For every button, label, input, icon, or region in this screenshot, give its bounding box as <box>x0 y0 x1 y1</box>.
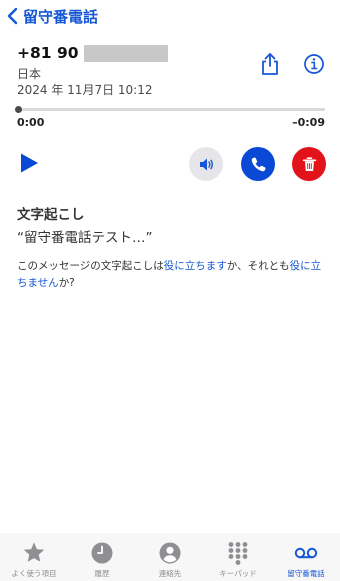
scrubber-thumb[interactable] <box>15 106 22 113</box>
elapsed-time: 0:00 <box>17 116 45 129</box>
tab-label: 留守番電話 <box>287 569 325 578</box>
delete-button[interactable] <box>292 147 326 181</box>
caller-number: +81 90 <box>17 44 79 62</box>
tab-label: キーパッド <box>219 569 257 578</box>
tab-voicemail[interactable]: 留守番電話 <box>272 541 340 579</box>
tab-label: 履歴 <box>94 569 110 578</box>
remaining-time: –0:09 <box>292 116 325 129</box>
tab-keypad[interactable]: キーパッド <box>204 541 272 579</box>
transcript-feedback: このメッセージの文字起こしは役に立ちますか、それとも役に立ちませんか? <box>17 258 329 292</box>
person-circle-icon <box>159 542 181 564</box>
speaker-button[interactable] <box>189 147 223 181</box>
transcript-text: “留守番電話テスト…” <box>17 230 153 246</box>
caller-info: +81 90 <box>17 44 168 62</box>
star-icon <box>23 542 45 562</box>
share-icon[interactable] <box>259 52 281 76</box>
feedback-middle: か、それとも <box>226 260 290 272</box>
info-icon[interactable] <box>303 52 325 76</box>
tab-recents[interactable]: 履歴 <box>68 541 136 579</box>
chevron-left-icon <box>7 7 18 25</box>
speaker-icon <box>199 158 213 170</box>
tab-label: 連絡先 <box>158 569 182 578</box>
redacted-number <box>83 44 168 62</box>
tab-label: よく使う項目 <box>11 569 57 578</box>
feedback-prefix: このメッセージの文字起こしは <box>17 260 164 272</box>
voicemail-icon <box>294 547 318 559</box>
play-icon[interactable] <box>18 152 40 174</box>
navigation-bar: 留守番電話 <box>0 0 340 34</box>
transcript-title: 文字起こし <box>17 207 85 223</box>
tab-favorites[interactable]: よく使う項目 <box>0 541 68 579</box>
phone-icon <box>251 156 266 171</box>
feedback-suffix: か? <box>58 277 75 289</box>
clock-icon <box>91 542 113 564</box>
tab-contacts[interactable]: 連絡先 <box>136 541 204 579</box>
trash-icon <box>302 156 316 171</box>
call-back-button[interactable] <box>241 147 275 181</box>
back-label: 留守番電話 <box>23 7 99 26</box>
back-button[interactable]: 留守番電話 <box>6 5 98 27</box>
tab-bar: よく使う項目 履歴 連絡先 キーパッド 留守番電話 <box>0 533 340 581</box>
helpful-link[interactable]: 役に立ちます <box>164 260 227 272</box>
playback-scrubber[interactable] <box>17 108 325 111</box>
caller-country: 日本 <box>17 67 42 81</box>
keypad-icon <box>228 542 248 565</box>
message-date: 2024 年 11月7日 10:12 <box>17 83 153 97</box>
